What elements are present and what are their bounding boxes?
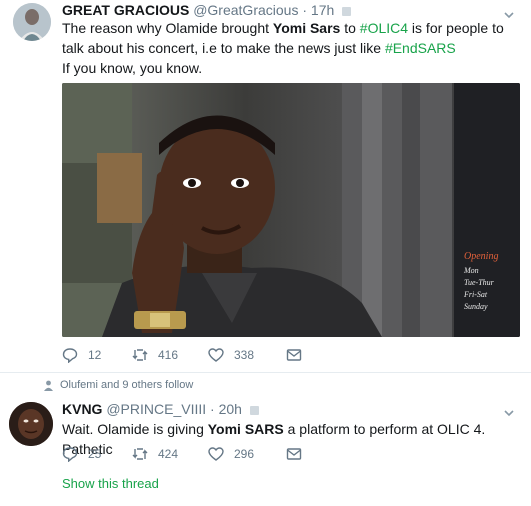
retweet-button[interactable]: 416	[132, 347, 208, 363]
social-context: Olufemi and 9 others follow	[43, 379, 193, 391]
svg-text:Opening: Opening	[464, 251, 498, 262]
retweet-count: 424	[158, 447, 179, 461]
direct-message-button[interactable]	[286, 446, 302, 462]
reply-button[interactable]: 12	[62, 347, 132, 363]
hashtag-endsars[interactable]: #EndSARS	[385, 40, 456, 56]
svg-text:Tue-Thur: Tue-Thur	[464, 278, 495, 287]
svg-text:Fri-Sat: Fri-Sat	[463, 290, 488, 299]
like-count: 296	[234, 447, 255, 461]
reply-button[interactable]: 25	[62, 446, 132, 462]
retweet-icon	[132, 448, 148, 460]
like-icon	[208, 447, 224, 461]
tweet-1[interactable]: GREAT GRACIOUS @GreatGracious · 17h The …	[0, 0, 531, 373]
tweet-text: The reason why Olamide brought Yomi Sars…	[62, 18, 520, 78]
avatar[interactable]	[9, 402, 53, 446]
show-thread-link[interactable]: Show this thread	[62, 476, 159, 491]
tweet-actions: 25 424 296	[62, 446, 302, 462]
tweet-2[interactable]: Olufemi and 9 others follow KVNG @PRINCE…	[0, 374, 531, 506]
hashtag-olic4[interactable]: #OLIC4	[360, 20, 408, 36]
display-name[interactable]: GREAT GRACIOUS	[62, 2, 189, 18]
timestamp[interactable]: 17h	[311, 2, 334, 18]
avatar[interactable]	[13, 3, 51, 41]
bold-name: Yomi SARS	[207, 421, 284, 437]
media-badge-icon	[249, 405, 259, 415]
text-segment: The reason why Olamide brought	[62, 20, 273, 36]
social-context-text[interactable]: Olufemi and 9 others follow	[60, 379, 193, 391]
user-handle[interactable]: @GreatGracious	[193, 2, 298, 18]
timestamp[interactable]: 20h	[219, 401, 242, 417]
text-segment: Wait. Olamide is giving	[62, 421, 208, 437]
like-button[interactable]: 296	[208, 446, 286, 462]
reply-count: 12	[88, 348, 102, 362]
reply-count: 25	[88, 447, 102, 461]
display-name[interactable]: KVNG	[62, 401, 102, 417]
retweet-button[interactable]: 424	[132, 446, 208, 462]
reply-icon	[62, 447, 78, 462]
dm-icon	[286, 448, 302, 460]
svg-text:Sunday: Sunday	[464, 302, 488, 311]
tweet-actions: 12 416 338	[62, 347, 302, 363]
retweet-icon	[132, 349, 148, 361]
like-count: 338	[234, 348, 255, 362]
media-badge-icon	[342, 6, 352, 16]
separator: ·	[302, 2, 308, 18]
bold-name: Yomi Sars	[272, 20, 341, 36]
like-button[interactable]: 338	[208, 347, 286, 363]
retweet-count: 416	[158, 348, 179, 362]
tweet-image[interactable]: Opening Mon Tue-Thur Fri-Sat Sunday	[62, 83, 520, 337]
text-line-2: If you know, you know.	[62, 60, 203, 76]
user-handle[interactable]: @PRINCE_VIIII	[106, 401, 206, 417]
reply-icon	[62, 348, 78, 363]
like-icon	[208, 348, 224, 362]
text-segment: to	[340, 20, 360, 36]
separator: ·	[210, 401, 215, 417]
caret-down-icon[interactable]	[503, 406, 515, 418]
dm-icon	[286, 349, 302, 361]
svg-text:Mon: Mon	[463, 266, 479, 275]
tweet-header: GREAT GRACIOUS @GreatGracious · 17h	[62, 2, 352, 18]
tweet-header: KVNG @PRINCE_VIIII · 20h	[62, 401, 259, 417]
direct-message-button[interactable]	[286, 347, 302, 363]
person-icon	[44, 380, 53, 391]
